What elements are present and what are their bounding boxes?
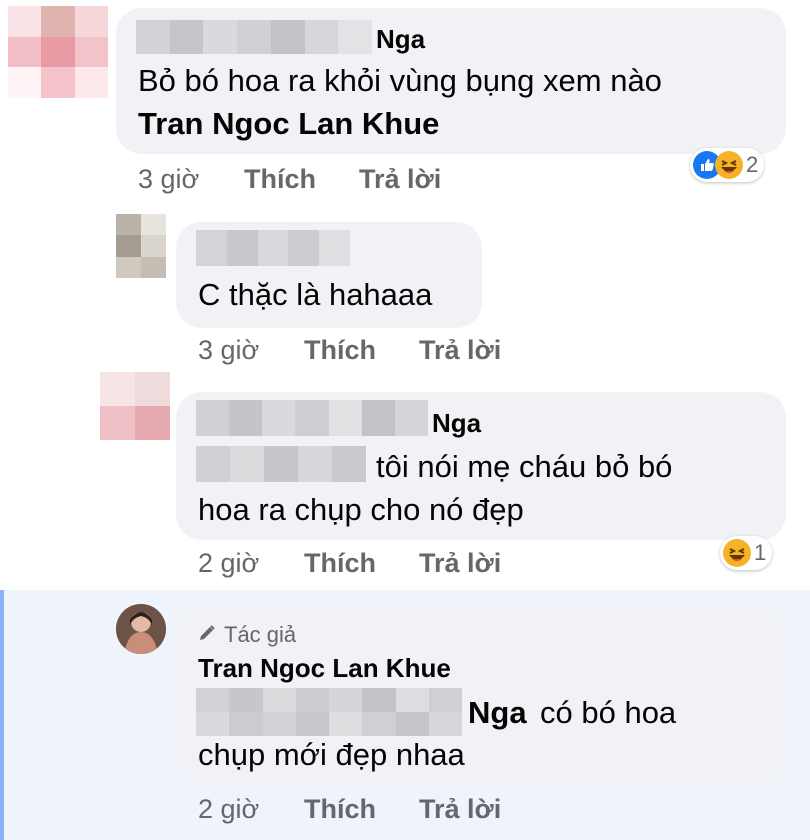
- comment-text-line2: hoa ra chụp cho nó đẹp: [198, 492, 524, 527]
- reply-button[interactable]: Trả lời: [359, 164, 441, 195]
- mention-link[interactable]: Tran Ngoc Lan Khue: [138, 103, 439, 145]
- reply-button[interactable]: Trả lời: [419, 335, 501, 366]
- haha-icon: [723, 539, 751, 567]
- reactions-summary[interactable]: 2: [690, 148, 765, 182]
- comment-text: C thặc là hahaaa: [198, 277, 433, 312]
- avatar-blurred[interactable]: [116, 214, 166, 278]
- avatar[interactable]: [116, 604, 166, 654]
- like-button[interactable]: Thích: [304, 548, 419, 579]
- avatar-blurred[interactable]: [100, 372, 170, 440]
- reaction-count: 1: [754, 540, 767, 565]
- author-badge: Tác giả: [198, 622, 296, 648]
- timestamp[interactable]: 3 giờ: [198, 335, 304, 366]
- reaction-count: 2: [746, 152, 759, 177]
- comment-actions: 2 giờ Thích Trả lời: [198, 548, 501, 579]
- mention-blurred[interactable]: [196, 688, 462, 736]
- avatar-blurred[interactable]: [8, 6, 108, 98]
- author-badge-label: Tác giả: [224, 622, 297, 647]
- reply-button[interactable]: Trả lời: [419, 794, 501, 825]
- comment-text: Bỏ bó hoa ra khỏi vùng bụng xem nào: [138, 63, 662, 98]
- author-name[interactable]: Tran Ngoc Lan Khue: [198, 653, 451, 684]
- like-button[interactable]: Thích: [304, 335, 419, 366]
- author-name-suffix[interactable]: Nga: [376, 24, 425, 55]
- timestamp[interactable]: 2 giờ: [198, 548, 304, 579]
- author-name-blurred[interactable]: [196, 230, 350, 266]
- author-name-blurred[interactable]: [136, 20, 372, 54]
- comment-actions: 3 giờ Thích Trả lời: [198, 335, 501, 366]
- timestamp[interactable]: 3 giờ: [138, 164, 244, 195]
- comment-text-line2: chụp mới đẹp nhaa: [198, 737, 465, 772]
- pencil-icon: [198, 622, 216, 648]
- reply-button[interactable]: Trả lời: [419, 548, 501, 579]
- mention-link[interactable]: Nga: [468, 692, 527, 734]
- highlight-accent-bar: [0, 590, 4, 840]
- comment-actions: 3 giờ Thích Trả lời: [138, 164, 441, 195]
- comment-text-line1: tôi nói mẹ cháu bỏ bó: [376, 449, 673, 484]
- comment-text-line1: có bó hoa: [540, 695, 677, 730]
- haha-icon: [715, 151, 743, 179]
- comment-actions: 2 giờ Thích Trả lời: [198, 794, 501, 825]
- mention-blurred[interactable]: [196, 446, 366, 482]
- like-button[interactable]: Thích: [244, 164, 359, 195]
- author-name-blurred[interactable]: [196, 400, 428, 436]
- timestamp[interactable]: 2 giờ: [198, 794, 304, 825]
- author-name-suffix[interactable]: Nga: [432, 408, 481, 439]
- reactions-summary[interactable]: 1: [720, 536, 773, 570]
- like-button[interactable]: Thích: [304, 794, 419, 825]
